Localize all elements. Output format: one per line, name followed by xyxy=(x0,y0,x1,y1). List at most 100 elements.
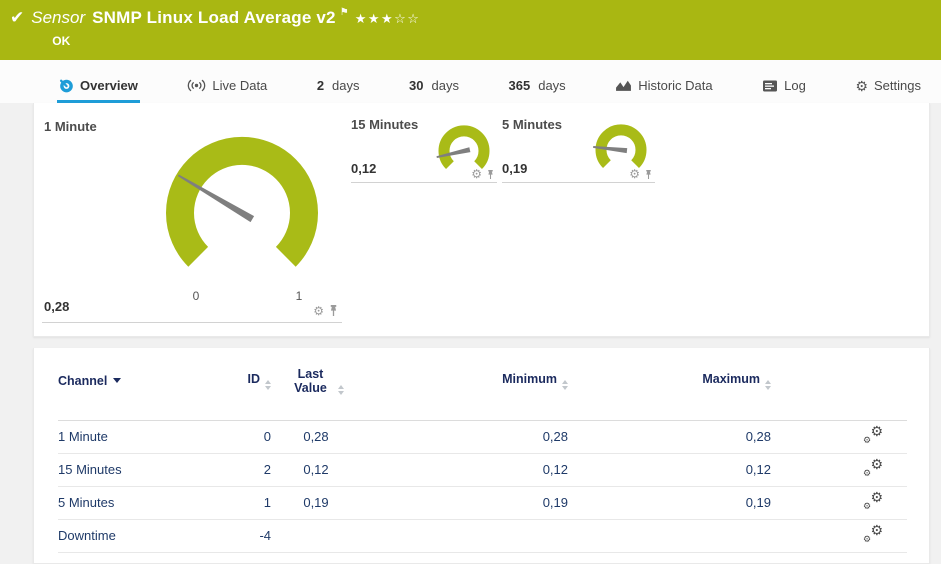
column-label: Maximum xyxy=(702,371,760,386)
channels-table-header: Channel ID Last Value Minimum Maximum xyxy=(58,348,907,421)
cell-channel[interactable]: 5 Minutes xyxy=(58,486,208,520)
sort-desc-icon xyxy=(113,377,122,383)
tab-live-data[interactable]: Live Data xyxy=(185,78,269,103)
tab-label: Overview xyxy=(80,78,138,93)
pin-icon[interactable] xyxy=(486,169,495,180)
channels-table: Channel ID Last Value Minimum Maximum 1 Minu… xyxy=(58,348,907,553)
column-header-settings xyxy=(771,348,907,421)
cell-channel[interactable]: 15 Minutes xyxy=(58,453,208,487)
sensor-status-badge: OK xyxy=(52,34,71,48)
column-header-minimum[interactable]: Minimum xyxy=(361,348,568,421)
pin-icon[interactable] xyxy=(644,169,653,180)
cell-channel[interactable]: 1 Minute xyxy=(58,420,208,454)
tab-label: Historic Data xyxy=(638,78,713,93)
tab-overview[interactable]: Overview xyxy=(57,78,140,103)
tab-label: days xyxy=(431,78,459,93)
tab-label: Settings xyxy=(873,78,921,93)
tab-30-days[interactable]: 30 days xyxy=(407,78,461,103)
cell-id: -4 xyxy=(208,519,271,553)
gear-icon[interactable]: ⚙ xyxy=(629,168,640,180)
tab-log[interactable]: Log xyxy=(760,78,808,103)
table-row: Downtime -4 ⚙ ⚙ xyxy=(58,519,907,553)
content-area: 1 Minute 01 0,28 ⚙ 15 Minutes 0,12 ⚙ 5 M… xyxy=(33,103,930,564)
tab-number: 30 xyxy=(409,78,424,93)
tab-bar: Overview Live Data 2 days 30 days 365 days Histo… xyxy=(0,60,941,103)
cell-maximum: 0,19 xyxy=(568,486,771,520)
column-header-channel[interactable]: Channel xyxy=(58,348,208,421)
channel-settings-cell: ⚙ ⚙ xyxy=(771,420,907,454)
sensor-title-row: Sensor SNMP Linux Load Average v2 ⚑ ★★★☆… xyxy=(31,7,420,30)
channels-card: Channel ID Last Value Minimum Maximum 1 Minu… xyxy=(33,348,930,564)
tab-number: 2 xyxy=(316,78,325,93)
column-header-last_value[interactable]: Last Value xyxy=(271,348,361,421)
tab-number: 365 xyxy=(508,78,531,93)
table-row: 5 Minutes 1 0,19 0,19 0,19 ⚙ ⚙ xyxy=(58,486,907,520)
column-label: Last Value xyxy=(294,366,327,395)
table-row: 1 Minute 0 0,28 0,28 0,28 ⚙ ⚙ xyxy=(58,420,907,454)
log-icon xyxy=(762,80,778,92)
gauge-toolbar: ⚙ xyxy=(471,168,495,180)
channel-settings-icon[interactable]: ⚙ ⚙ xyxy=(863,457,883,478)
gauge-1-minute: 01 xyxy=(147,125,337,307)
channel-settings-icon[interactable]: ⚙ ⚙ xyxy=(863,424,883,445)
sensor-title: SNMP Linux Load Average v2 xyxy=(92,8,336,27)
tab-2-days[interactable]: 2 days xyxy=(315,78,362,103)
cell-minimum: 0,12 xyxy=(361,453,568,487)
tab-label: days xyxy=(538,78,566,93)
gear-icon[interactable]: ⚙ xyxy=(471,168,482,180)
gauge-toolbar: ⚙ xyxy=(313,304,339,317)
gauge-icon xyxy=(59,78,74,93)
tab-label: Log xyxy=(784,78,806,93)
cell-maximum: 0,28 xyxy=(568,420,771,454)
tab-historic-data[interactable]: Historic Data xyxy=(613,78,714,103)
cell-minimum: 0,28 xyxy=(361,420,568,454)
chart-icon xyxy=(615,79,632,92)
column-header-id[interactable]: ID xyxy=(208,348,271,421)
status-ok-check-icon: ✔ xyxy=(10,8,25,27)
cell-channel[interactable]: Downtime xyxy=(58,519,208,553)
column-label: ID xyxy=(247,371,261,386)
cell-last_value: 0,28 xyxy=(271,420,361,454)
object-kind-label: Sensor xyxy=(31,8,86,27)
cell-minimum: 0,19 xyxy=(361,486,568,520)
sort-icon xyxy=(265,379,271,390)
gauge-panel-5-minutes: 5 Minutes 0,19 ⚙ xyxy=(502,117,655,183)
column-header-maximum[interactable]: Maximum xyxy=(568,348,771,421)
cell-id: 2 xyxy=(208,453,271,487)
priority-flag-icon[interactable]: ⚑ xyxy=(340,8,349,18)
column-label: Channel xyxy=(58,373,108,388)
gauge-value: 0,19 xyxy=(502,161,528,176)
column-label: Minimum xyxy=(502,371,557,386)
panel-divider xyxy=(502,182,655,183)
channel-settings-cell: ⚙ ⚙ xyxy=(771,486,907,520)
sort-icon xyxy=(765,379,771,390)
channel-settings-icon[interactable]: ⚙ ⚙ xyxy=(863,490,883,511)
channel-settings-icon[interactable]: ⚙ ⚙ xyxy=(863,523,883,544)
header-row: Channel ID Last Value Minimum Maximum xyxy=(58,348,907,421)
priority-stars[interactable]: ★★★☆☆ xyxy=(355,8,421,30)
gear-icon[interactable]: ⚙ xyxy=(313,305,324,317)
tab-365-days[interactable]: 365 days xyxy=(507,78,568,103)
gauge-value: 0,28 xyxy=(44,299,70,314)
gauge-scale-min: 0 xyxy=(193,289,200,303)
channel-settings-cell: ⚙ ⚙ xyxy=(771,453,907,487)
cell-minimum xyxy=(361,519,568,553)
gear-icon: ⚙ xyxy=(855,77,868,94)
cell-id: 0 xyxy=(208,420,271,454)
gauge-scale-max: 1 xyxy=(296,289,303,303)
sensor-header-main: Sensor SNMP Linux Load Average v2 ⚑ ★★★☆… xyxy=(31,7,420,49)
sensor-page: ✔ Sensor SNMP Linux Load Average v2 ⚑ ★★… xyxy=(0,0,941,564)
sort-icon xyxy=(562,379,568,390)
pin-icon[interactable] xyxy=(328,304,339,317)
cell-maximum: 0,12 xyxy=(568,453,771,487)
sensor-header: ✔ Sensor SNMP Linux Load Average v2 ⚑ ★★… xyxy=(0,0,941,60)
gauge-value: 0,12 xyxy=(351,161,377,176)
gauge-panel-1-minute: 1 Minute 01 0,28 ⚙ xyxy=(42,117,342,323)
channel-settings-cell: ⚙ ⚙ xyxy=(771,519,907,553)
tab-settings[interactable]: ⚙ Settings xyxy=(853,78,923,103)
live-icon xyxy=(187,79,206,92)
gauge-panel-15-minutes: 15 Minutes 0,12 ⚙ xyxy=(351,117,497,183)
panel-divider xyxy=(351,182,497,183)
gauge-toolbar: ⚙ xyxy=(629,168,653,180)
table-row: 15 Minutes 2 0,12 0,12 0,12 ⚙ ⚙ xyxy=(58,453,907,487)
